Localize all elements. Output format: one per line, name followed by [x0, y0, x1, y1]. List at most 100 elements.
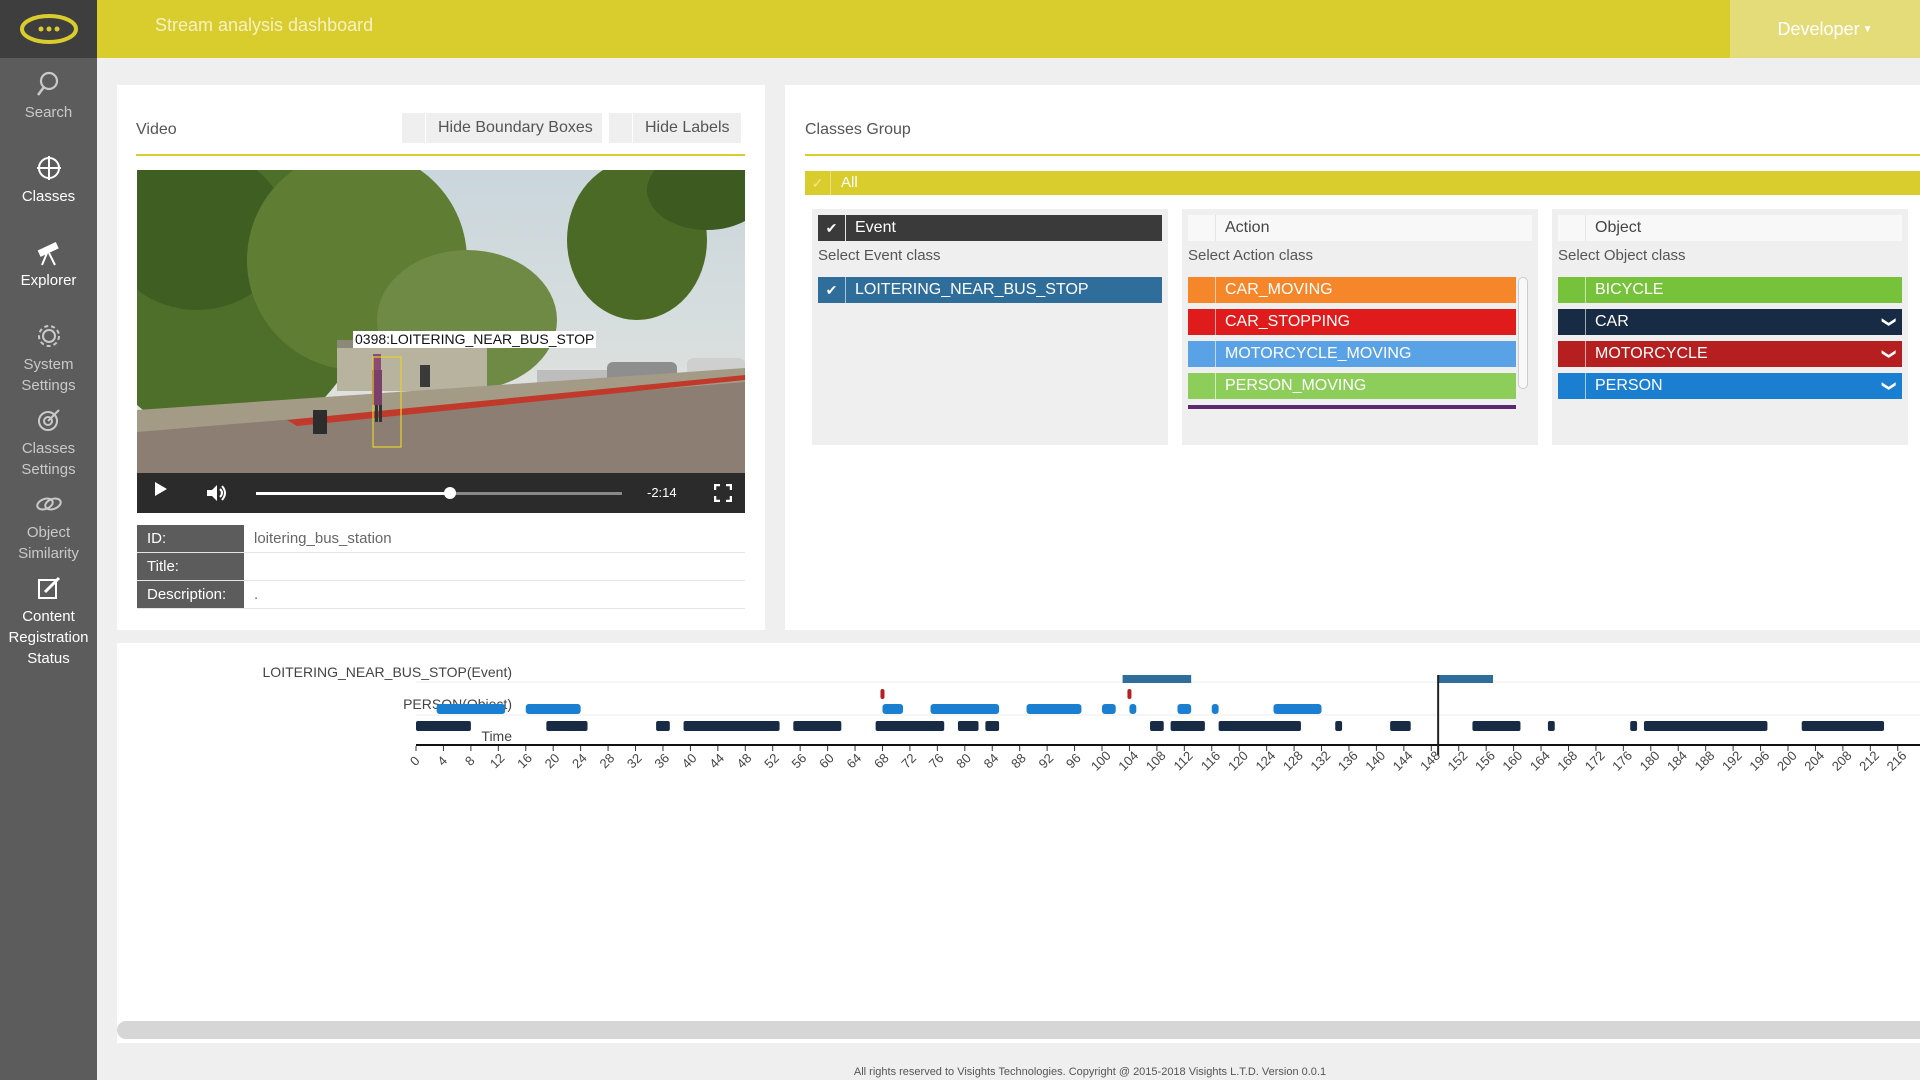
- tick-label: 192: [1719, 748, 1745, 774]
- tick-label: 8: [462, 753, 478, 769]
- object-segment: [875, 721, 945, 731]
- tick-label: 92: [1036, 750, 1057, 771]
- person-segment: [1102, 704, 1116, 714]
- tick-label: 172: [1582, 748, 1608, 774]
- play-icon[interactable]: [155, 482, 167, 496]
- nav-label: Content Registration Status: [8, 608, 89, 667]
- nav-label: System Settings: [21, 356, 76, 394]
- gear-icon: [37, 325, 60, 347]
- nav-search[interactable]: Search: [0, 58, 97, 142]
- tick-label: 136: [1335, 748, 1361, 774]
- nav-object-similarity[interactable]: Object Similarity: [0, 478, 97, 562]
- chevron-down-icon[interactable]: ❯: [1877, 316, 1903, 328]
- tick-label: 144: [1390, 748, 1416, 774]
- tick-label: 132: [1307, 748, 1333, 774]
- nav-classes-settings[interactable]: Classes Settings: [0, 394, 97, 478]
- object-segment: [1390, 721, 1411, 731]
- check-icon: [1188, 341, 1216, 367]
- video-player[interactable]: 0398:LOITERING_NEAR_BUS_STOP -2:14: [137, 170, 745, 513]
- seek-bar[interactable]: [256, 487, 622, 499]
- tick-label: 88: [1008, 750, 1029, 771]
- metadata-key: ID:: [137, 525, 244, 552]
- checkbox-icon: [609, 113, 633, 143]
- class-item-label: CAR_MOVING: [1225, 281, 1333, 298]
- edit-icon: [37, 576, 60, 599]
- object-segment: [1472, 721, 1521, 731]
- chevron-down-icon[interactable]: ❯: [1877, 380, 1903, 392]
- person-segment: [525, 704, 581, 714]
- tick-label: 40: [679, 750, 700, 771]
- object-segment: [416, 721, 471, 731]
- telescope-icon: [37, 242, 59, 266]
- all-classes-toggle[interactable]: ✓ All: [805, 171, 1920, 195]
- tick-label: 216: [1884, 748, 1910, 774]
- class-item[interactable]: PERSON_MOVING: [1188, 373, 1516, 399]
- check-icon: ✓: [805, 171, 831, 195]
- footer-copyright: All rights reserved to Visights Technolo…: [853, 1066, 1327, 1078]
- tick-label: 112: [1171, 748, 1196, 773]
- fullscreen-icon[interactable]: [714, 484, 732, 502]
- class-group-subtitle: Select Action class: [1188, 247, 1314, 264]
- tick-label: 56: [789, 750, 810, 771]
- action-list-scrollbar[interactable]: [1518, 277, 1528, 389]
- class-group-header[interactable]: Action: [1188, 215, 1532, 241]
- class-item[interactable]: MOTORCYCLE ❯: [1558, 341, 1902, 367]
- tick-label: 60: [816, 750, 837, 771]
- object-segment: [656, 721, 670, 731]
- chevron-down-icon[interactable]: ❯: [1877, 348, 1903, 360]
- object-segment: [1643, 721, 1768, 731]
- class-item-label: PERSON_MOVING: [1225, 377, 1367, 394]
- check-icon: [1188, 309, 1216, 335]
- timeline-panel: LOITERING_NEAR_BUS_STOP(Event)PERSON(Obj…: [117, 643, 1920, 1043]
- hide-boundary-boxes-label: Hide Boundary Boxes: [438, 119, 593, 136]
- panel-divider: [805, 154, 1920, 156]
- caret-down-icon: ▼: [1862, 23, 1873, 35]
- class-item[interactable]: PERSON ❯: [1558, 373, 1902, 399]
- person-segment: [1129, 704, 1137, 714]
- user-menu[interactable]: Developer ▼: [1730, 0, 1920, 58]
- hide-labels-label: Hide Labels: [645, 119, 730, 136]
- tick-label: 96: [1063, 750, 1084, 771]
- object-segment: [1170, 721, 1205, 731]
- tick-label: 108: [1143, 748, 1169, 774]
- event-segment: [1438, 675, 1494, 683]
- tick-label: 24: [569, 750, 590, 771]
- hide-labels-button[interactable]: Hide Labels: [609, 113, 741, 143]
- seek-handle[interactable]: [443, 487, 456, 499]
- tick-label: 80: [953, 750, 974, 771]
- class-item[interactable]: CAR_STOPPING: [1188, 309, 1516, 335]
- user-name: Developer: [1777, 18, 1860, 39]
- object-segment: [546, 721, 588, 731]
- object-segment: [683, 721, 780, 731]
- nav-content-registration[interactable]: Content Registration Status: [0, 562, 97, 702]
- checkbox-icon: [402, 113, 426, 143]
- class-item[interactable]: CAR ❯: [1558, 309, 1902, 335]
- metadata-row: Title:: [137, 553, 745, 581]
- all-classes-label: All: [841, 174, 858, 191]
- class-item-label: CAR_STOPPING: [1225, 313, 1351, 330]
- class-item[interactable]: ✔ LOITERING_NEAR_BUS_STOP: [818, 277, 1162, 303]
- crosshair-icon: [36, 156, 61, 180]
- panel-divider: [136, 154, 745, 156]
- class-group-header[interactable]: Object: [1558, 215, 1902, 241]
- app-logo[interactable]: [0, 0, 97, 58]
- metadata-row: ID: loitering_bus_station: [137, 525, 745, 553]
- class-item[interactable]: BICYCLE: [1558, 277, 1902, 303]
- class-item[interactable]: CAR_MOVING: [1188, 277, 1516, 303]
- tick-label: 72: [898, 750, 919, 771]
- check-icon: [1558, 373, 1586, 399]
- nav-system-settings[interactable]: System Settings: [0, 310, 97, 394]
- nav-classes[interactable]: Classes: [0, 142, 97, 226]
- metadata-key: Title:: [137, 553, 244, 580]
- tick-label: 84: [981, 750, 1002, 771]
- volume-icon[interactable]: [205, 483, 229, 503]
- tick-label: 52: [761, 750, 782, 771]
- horizontal-scrollbar[interactable]: [117, 1021, 1920, 1039]
- tick-label: 36: [651, 750, 672, 771]
- class-group-header[interactable]: ✔ Event: [818, 215, 1162, 241]
- nav-explorer[interactable]: Explorer: [0, 226, 97, 310]
- class-item[interactable]: MOTORCYCLE_MOVING: [1188, 341, 1516, 367]
- hide-boundary-boxes-button[interactable]: Hide Boundary Boxes: [402, 113, 602, 143]
- class-group-name: Action: [1225, 219, 1270, 236]
- timeline-chart[interactable]: 0 4 8 12 16 20 24 28 32 36 40 44 48 52 56 60 64 68 72 76 80 8…: [117, 643, 1920, 783]
